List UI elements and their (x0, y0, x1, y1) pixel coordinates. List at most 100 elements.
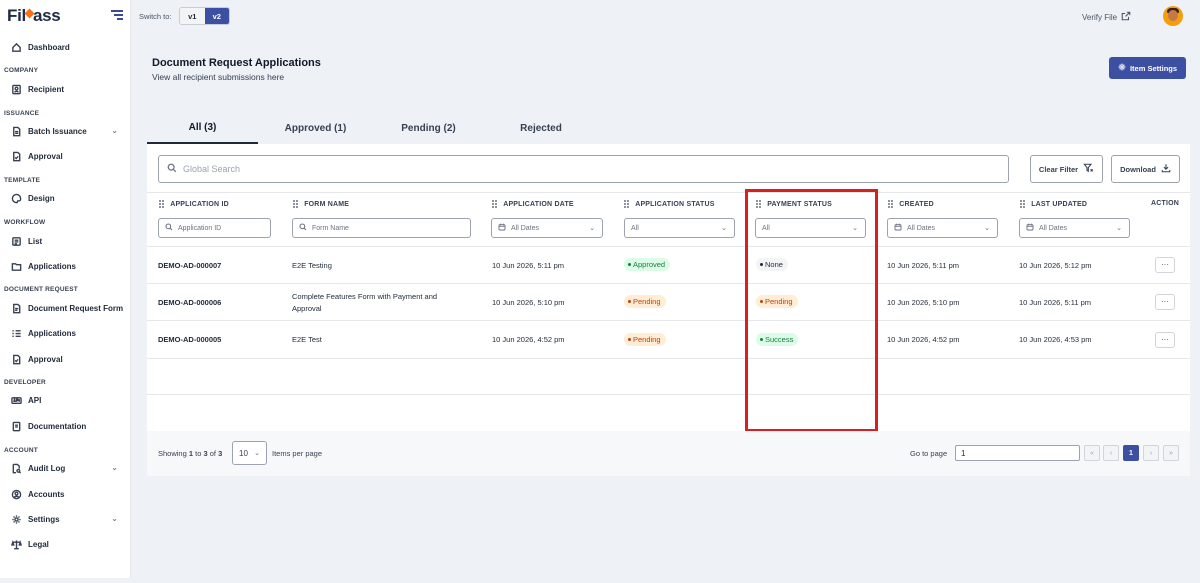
row-actions-button[interactable]: ··· (1155, 294, 1175, 310)
drag-handle-icon[interactable] (888, 200, 894, 209)
table-row-form-name: E2E Test (292, 335, 322, 344)
prev-page-button[interactable]: ‹ (1103, 445, 1119, 461)
gear-icon (10, 513, 22, 525)
avatar[interactable] (1163, 6, 1183, 26)
drag-handle-icon[interactable] (624, 200, 630, 209)
external-link-icon (1121, 11, 1131, 23)
application-date-filter[interactable]: All Dates ⌄ (491, 218, 603, 238)
sidebar-item-documentation[interactable]: Documentation (10, 418, 124, 434)
row-actions-button[interactable]: ··· (1155, 332, 1175, 348)
divider (147, 192, 1190, 193)
table-row-last-updated: 10 Jun 2026, 5:11 pm (1019, 298, 1091, 307)
next-page-button[interactable]: › (1143, 445, 1159, 461)
nav-section-document-request: DOCUMENT REQUEST (4, 286, 78, 293)
sidebar-item-dashboard[interactable]: Dashboard (10, 39, 124, 55)
sidebar-item-approval[interactable]: Approval (10, 148, 124, 164)
calendar-icon (1026, 223, 1034, 233)
nav-section-workflow: WORKFLOW (4, 219, 46, 226)
first-page-button[interactable]: « (1084, 445, 1100, 461)
sidebar-item-recipient[interactable]: Recipient (10, 81, 124, 97)
go-to-page-label: Go to page (910, 449, 948, 458)
sidebar-item-settings[interactable]: Settings ⌄ (10, 511, 124, 527)
home-icon (10, 41, 22, 53)
sidebar-item-audit-log[interactable]: Audit Log ⌄ (10, 460, 124, 476)
version-switch[interactable]: v1 v2 (179, 7, 230, 25)
form-name-filter[interactable]: Form Name (292, 218, 471, 238)
tab-rejected[interactable]: Rejected (484, 113, 598, 144)
drag-handle-icon[interactable] (159, 200, 165, 209)
page-1-button[interactable]: 1 (1123, 445, 1139, 461)
switch-label: Switch to: (139, 12, 172, 21)
table-row-application-date: 10 Jun 2026, 5:11 pm (492, 261, 564, 270)
user-circle-icon (10, 488, 22, 500)
document-edit-icon (10, 302, 22, 314)
sidebar-item-accounts[interactable]: Accounts (10, 486, 124, 502)
table-row-application-id[interactable]: DEMO-AD-000006 (158, 298, 221, 307)
page-subtitle: View all recipient submissions here (152, 72, 285, 82)
book-icon (10, 420, 22, 432)
search-input[interactable] (183, 164, 963, 174)
tab-approved[interactable]: Approved (1) (258, 113, 373, 144)
sidebar-item-request-approval[interactable]: Approval (10, 351, 124, 367)
verify-file-link[interactable]: Verify File (1082, 11, 1131, 23)
version-v2-button[interactable]: v2 (204, 8, 229, 24)
download-icon (1161, 163, 1171, 175)
last-updated-filter[interactable]: All Dates ⌄ (1019, 218, 1130, 238)
sidebar-item-list[interactable]: List (10, 233, 124, 249)
column-header-application-status[interactable]: APPLICATION STATUS (624, 200, 715, 209)
table-row-application-id[interactable]: DEMO-AD-000007 (158, 261, 221, 270)
sidebar-item-request-applications[interactable]: Applications (10, 325, 124, 341)
column-header-created[interactable]: CREATED (888, 200, 934, 209)
table-row-last-updated: 10 Jun 2026, 5:12 pm (1019, 261, 1092, 270)
created-filter[interactable]: All Dates ⌄ (887, 218, 998, 238)
menu-toggle-icon[interactable] (111, 10, 123, 20)
search-icon (299, 223, 307, 233)
sidebar-item-batch-issuance[interactable]: Batch Issuance ⌄ (10, 123, 124, 139)
global-search[interactable] (158, 155, 1009, 183)
column-header-application-date[interactable]: APPLICATION DATE (492, 200, 574, 209)
sidebar-item-legal[interactable]: Legal (10, 536, 124, 552)
filter-clear-icon (1083, 163, 1094, 175)
go-to-page-input[interactable]: 1 (955, 445, 1080, 461)
divider (147, 320, 1190, 321)
chevron-down-icon: ⌄ (111, 514, 118, 523)
chevron-down-icon: ⌄ (1116, 225, 1122, 232)
drag-handle-icon[interactable] (492, 200, 498, 209)
divider (147, 246, 1190, 247)
drag-handle-icon[interactable] (293, 200, 299, 209)
last-page-button[interactable]: » (1163, 445, 1179, 461)
row-actions-button[interactable]: ··· (1155, 257, 1175, 273)
user-card-icon (10, 83, 22, 95)
column-header-application-id[interactable]: APPLICATION ID (159, 200, 229, 209)
version-v1-button[interactable]: v1 (180, 8, 205, 24)
column-header-form-name[interactable]: FORM NAME (293, 200, 349, 209)
sidebar-item-design[interactable]: Design (10, 190, 124, 206)
table-row-application-date: 10 Jun 2026, 4:52 pm (492, 335, 565, 344)
application-status-filter[interactable]: All ⌄ (624, 218, 735, 238)
folder-icon (10, 260, 22, 272)
document-icon (10, 125, 22, 137)
tab-all[interactable]: All (3) (147, 113, 258, 144)
application-id-filter[interactable]: Application ID (158, 218, 271, 238)
api-icon (10, 394, 22, 406)
application-status-badge: Pending (624, 333, 666, 346)
divider (147, 394, 1190, 395)
tab-pending[interactable]: Pending (2) (373, 113, 484, 144)
nav-section-template: TEMPLATE (4, 177, 41, 184)
item-settings-button[interactable]: Item Settings (1109, 57, 1186, 79)
sidebar-item-applications[interactable]: Applications (10, 258, 124, 274)
clear-filter-button[interactable]: Clear Filter (1030, 155, 1103, 183)
sidebar-item-document-request-form[interactable]: Document Request Form (10, 300, 124, 316)
table-row-form-name-line2: Approval (292, 304, 322, 313)
scale-icon (10, 538, 22, 550)
column-header-last-updated[interactable]: LAST UPDATED (1020, 200, 1087, 209)
table-row-application-id[interactable]: DEMO-AD-000005 (158, 335, 221, 344)
page-title: Document Request Applications (152, 57, 321, 69)
filpass-logo[interactable]: Fil ass (7, 6, 61, 26)
sidebar-item-api[interactable]: API (10, 392, 124, 408)
document-search-icon (10, 462, 22, 474)
download-button[interactable]: Download (1111, 155, 1180, 183)
document-check-icon (10, 353, 22, 365)
drag-handle-icon[interactable] (1020, 200, 1026, 209)
items-per-page-select[interactable]: 10 ⌄ (232, 441, 267, 465)
